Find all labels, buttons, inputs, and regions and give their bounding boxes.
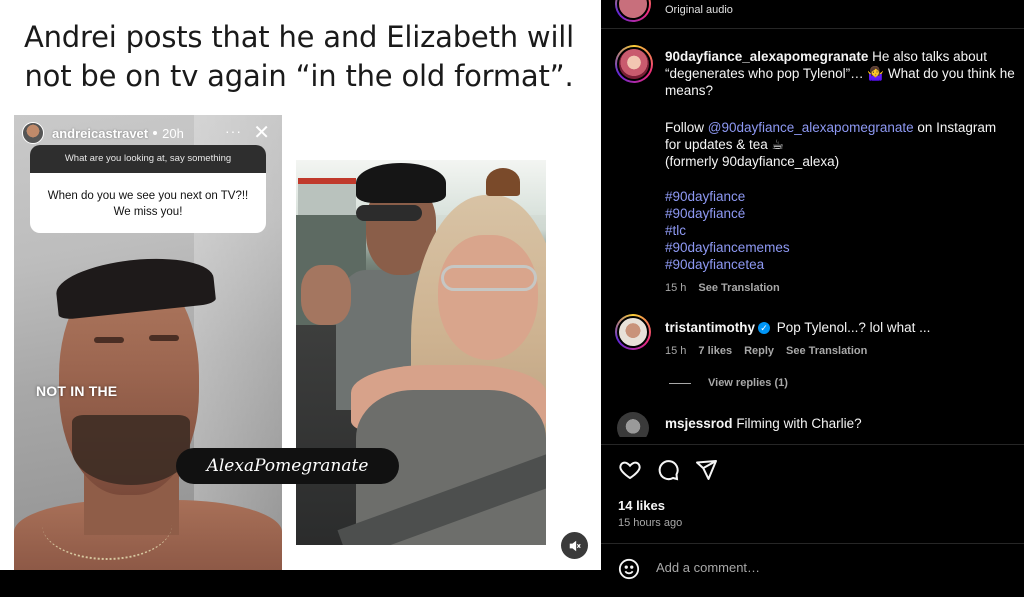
- comment-likes-link[interactable]: 7 likes: [698, 345, 732, 357]
- story-overlay-text: NOT IN THE: [36, 383, 118, 399]
- caption-meta: 15 h See Translation: [665, 282, 780, 294]
- headband: [53, 251, 217, 321]
- necklace: [42, 490, 172, 560]
- comment-text: Filming with Charlie?: [736, 416, 862, 431]
- comment-icon[interactable]: [656, 458, 680, 482]
- comment-body: msjessrod Filming with Charlie?: [665, 415, 862, 432]
- watermark: AlexaPomegranate: [176, 448, 399, 484]
- see-translation-link[interactable]: See Translation: [698, 282, 779, 294]
- caption-avatar[interactable]: [615, 45, 653, 83]
- question-sticker: What are you looking at, say something W…: [30, 145, 266, 233]
- story-avatar: [22, 122, 44, 144]
- heart-icon[interactable]: [618, 458, 642, 482]
- caption-time: 15 h: [665, 282, 687, 294]
- likes-count[interactable]: 14 likes: [618, 498, 665, 513]
- caption-follow: Follow @90dayfiance_alexapomegranate on …: [665, 120, 997, 152]
- story-dot: [153, 131, 158, 135]
- comment-body: tristantimothy ✓ Pop Tylenol...? lol what…: [665, 319, 930, 336]
- gas-station: [298, 178, 356, 218]
- question-prompt: What are you looking at, say something: [30, 145, 266, 173]
- comment-input[interactable]: [656, 560, 996, 575]
- hashtag-link[interactable]: #90dayfiancé: [665, 205, 790, 222]
- car-antler-decor: [486, 168, 520, 196]
- add-comment-bar: [601, 543, 1024, 597]
- caption-mention-link[interactable]: @90dayfiance_alexapomegranate: [708, 120, 914, 135]
- story-header: andreicastravet 20h ··· ✕: [22, 121, 274, 145]
- see-translation-link[interactable]: See Translation: [786, 345, 867, 357]
- hashtag-link[interactable]: #90dayfiancetea: [665, 256, 790, 273]
- story-screenshot: andreicastravet 20h ··· ✕ What are you l…: [14, 115, 282, 570]
- speaker-muted-icon: [569, 540, 581, 551]
- hashtag-link[interactable]: #90dayfiance: [665, 188, 790, 205]
- view-replies-button[interactable]: View replies (1): [708, 377, 788, 389]
- caption-body: 90dayfiance_alexapomegranate He also tal…: [665, 48, 1015, 99]
- reply-button[interactable]: Reply: [744, 345, 774, 357]
- replies-line: [669, 383, 691, 384]
- caption-hashtags: #90dayfiance #90dayfiancé #tlc #90dayfia…: [665, 188, 790, 273]
- comment-username[interactable]: msjessrod: [665, 416, 733, 431]
- commenter-avatar[interactable]: [615, 314, 651, 350]
- media-bottom-bar: [0, 570, 601, 597]
- share-icon[interactable]: [694, 458, 718, 482]
- car-selfie-photo: [296, 160, 546, 545]
- audio-label[interactable]: Original audio: [665, 2, 733, 19]
- story-close-icon: ✕: [253, 122, 270, 144]
- post-media: Andrei posts that he and Elizabeth will …: [0, 0, 601, 570]
- mute-button[interactable]: [561, 532, 588, 559]
- caption-formerly: (formerly 90dayfiance_alexa): [665, 154, 840, 169]
- comment-username[interactable]: tristantimothy: [665, 320, 755, 335]
- hashtag-link[interactable]: #tlc: [665, 222, 790, 239]
- verified-badge-icon: ✓: [758, 322, 771, 335]
- post-actions: [618, 458, 718, 482]
- hashtag-link[interactable]: #90dayfiancememes: [665, 239, 790, 256]
- story-more-icon: ···: [225, 123, 242, 139]
- question-answer: When do you we see you next on TV?!! We …: [47, 190, 249, 218]
- comment-text: Pop Tylenol...? lol what ...: [776, 320, 931, 335]
- post-headline: Andrei posts that he and Elizabeth will …: [23, 20, 575, 93]
- story-time: 20h: [162, 125, 184, 141]
- comment-time: 15 h: [665, 345, 687, 357]
- posted-ago: 15 hours ago: [618, 517, 683, 529]
- emoji-icon[interactable]: [618, 558, 640, 580]
- audio-avatar[interactable]: [615, 0, 651, 22]
- caption-username[interactable]: 90dayfiance_alexapomegranate: [665, 49, 868, 64]
- story-username: andreicastravet: [52, 125, 149, 141]
- comments-panel: Original audio 90dayfiance_alexapomegran…: [601, 0, 1024, 597]
- comment-meta: 15 h 7 likes Reply See Translation: [665, 345, 879, 357]
